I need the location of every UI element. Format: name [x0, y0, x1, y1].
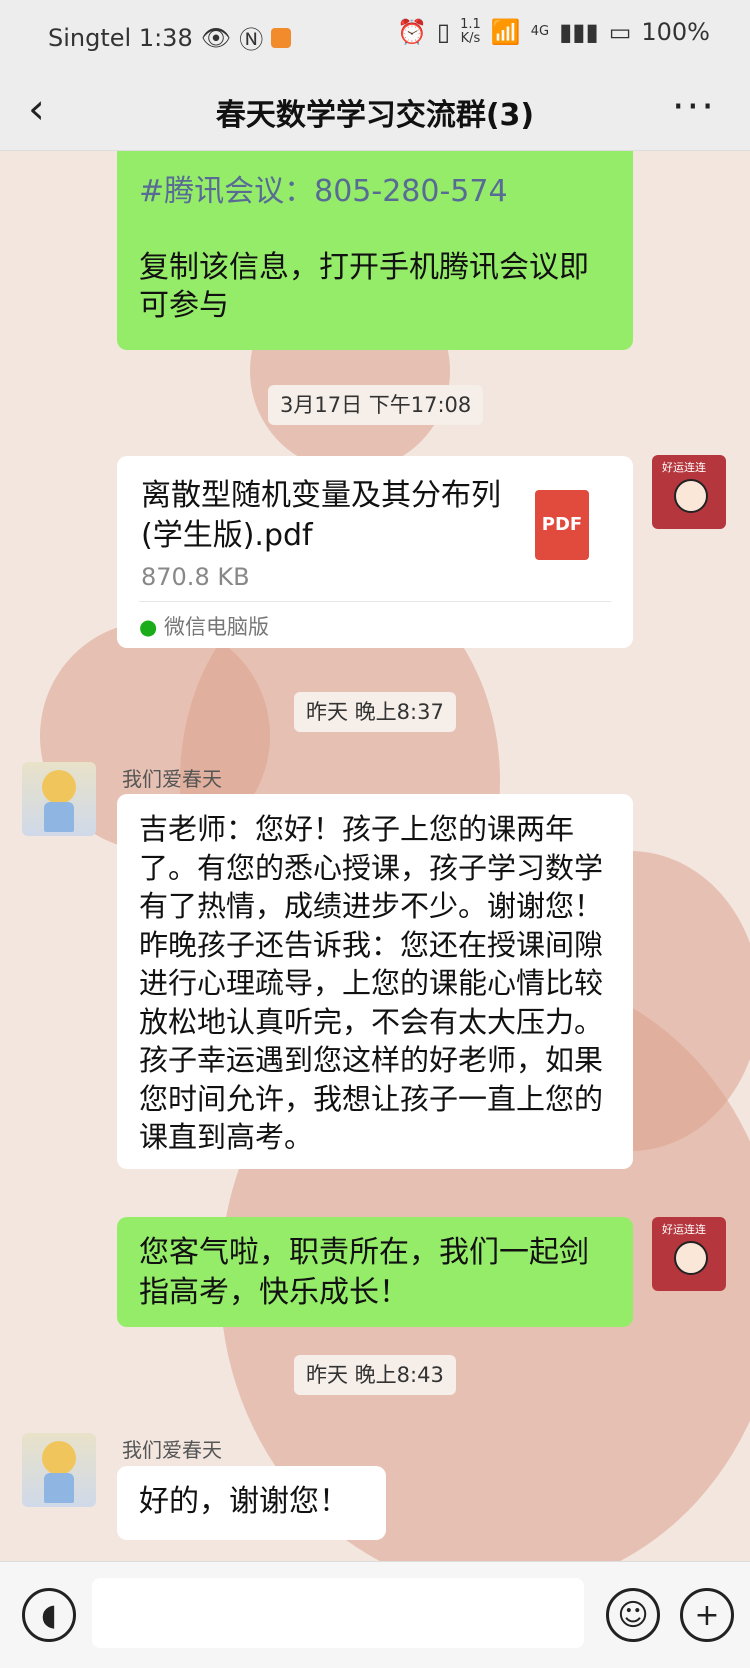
avatar-dress [44, 802, 74, 832]
message-text: 好的，谢谢您！ [139, 1484, 349, 1519]
timestamp: 昨天 晚上8:37 [294, 692, 456, 732]
file-source: ● 微信电脑版 [139, 608, 269, 646]
carrier-time: Singtel 1:38 [48, 23, 193, 52]
message-bubble-sent[interactable]: 您客气啦，职责所在，我们一起剑指高考，快乐成长！ [117, 1217, 633, 1327]
avatar-label: 好运连连 [662, 461, 706, 474]
timestamp: 昨天 晚上8:43 [294, 1355, 456, 1395]
file-size: 870.8 KB [141, 563, 250, 591]
chat-area[interactable]: #腾讯会议：805-280-574 复制该信息，打开手机腾讯会议即可参与 3月1… [0, 151, 750, 1561]
message-bubble-received[interactable]: 好的，谢谢您！ [117, 1466, 386, 1540]
my-avatar[interactable]: 好运连连 [652, 1217, 726, 1291]
battery-icon: ▭ [608, 18, 632, 46]
message-input[interactable] [92, 1578, 584, 1648]
status-right: ⏰ ▯ 1.1 K/s 📶 4G ▮▮▮ ▭ 100% [397, 18, 710, 47]
avatar-hair [42, 1441, 76, 1475]
meeting-id-link[interactable]: #腾讯会议：805-280-574 [139, 173, 611, 211]
avatar-dress [44, 1473, 74, 1503]
net-speed: 1.1 K/s [460, 18, 481, 46]
message-bubble-received[interactable]: 吉老师：您好！孩子上您的课两年了。有您的悉心授课，孩子学习数学有了热情，成绩进步… [117, 794, 633, 1169]
net-speed-value: 1.1 [460, 17, 481, 32]
avatar-face [674, 479, 708, 513]
file-message-card[interactable]: 离散型随机变量及其分布列(学生版).pdf 870.8 KB PDF ● 微信电… [117, 456, 633, 648]
message-text: 您客气啦，职责所在，我们一起剑指高考，快乐成长！ [139, 1235, 589, 1310]
app-notification-icon [271, 27, 292, 48]
chat-header: ‹ 春天数学学习交流群(3) ··· [0, 70, 750, 151]
avatar-hair [42, 770, 76, 804]
status-left: Singtel 1:38 👁 Ⓝ [48, 20, 292, 55]
net-speed-unit: K/s [460, 31, 481, 46]
nfc-icon: Ⓝ [239, 26, 264, 54]
signal-type: 4G [530, 24, 550, 39]
contact-avatar[interactable] [22, 762, 96, 836]
chat-title: 春天数学学习交流群(3) [215, 98, 535, 133]
file-name: 离散型随机变量及其分布列(学生版).pdf [141, 478, 501, 553]
my-avatar[interactable]: 好运连连 [652, 455, 726, 529]
sender-name: 我们爱春天 [122, 767, 222, 791]
eye-icon: 👁 [200, 23, 232, 52]
file-card-divider [139, 601, 611, 602]
file-source-label: 微信电脑版 [164, 615, 270, 639]
input-bar: ◖ ☺ + [0, 1561, 750, 1668]
vibrate-icon: ▯ [436, 18, 451, 46]
emoji-icon[interactable]: ☺ [606, 1588, 660, 1642]
signal-icon: ▮▮▮ [559, 18, 599, 46]
timestamp: 3月17日 下午17:08 [268, 385, 484, 425]
avatar-label: 好运连连 [662, 1223, 706, 1236]
voice-icon[interactable]: ◖ [22, 1588, 76, 1642]
plus-icon[interactable]: + [680, 1588, 734, 1642]
battery-level: 100% [641, 18, 710, 46]
avatar-face [674, 1241, 708, 1275]
pdf-file-icon: PDF [535, 490, 589, 560]
contact-avatar[interactable] [22, 1433, 96, 1507]
wifi-icon: 📶 [490, 18, 521, 46]
meeting-copy-text: 复制该信息，打开手机腾讯会议即可参与 [139, 250, 589, 323]
alarm-icon: ⏰ [397, 18, 427, 46]
sender-name: 我们爱春天 [122, 1438, 222, 1462]
more-dots-icon[interactable]: ··· [672, 84, 716, 130]
message-text: 吉老师：您好！孩子上您的课两年了。有您的悉心授课，孩子学习数学有了热情，成绩进步… [139, 812, 604, 1154]
message-bubble-meeting[interactable]: #腾讯会议：805-280-574 复制该信息，打开手机腾讯会议即可参与 [117, 151, 633, 350]
wechat-logo-icon: ● [139, 615, 158, 639]
status-bar: Singtel 1:38 👁 Ⓝ ⏰ ▯ 1.1 K/s 📶 4G ▮▮▮ ▭ … [0, 0, 750, 70]
